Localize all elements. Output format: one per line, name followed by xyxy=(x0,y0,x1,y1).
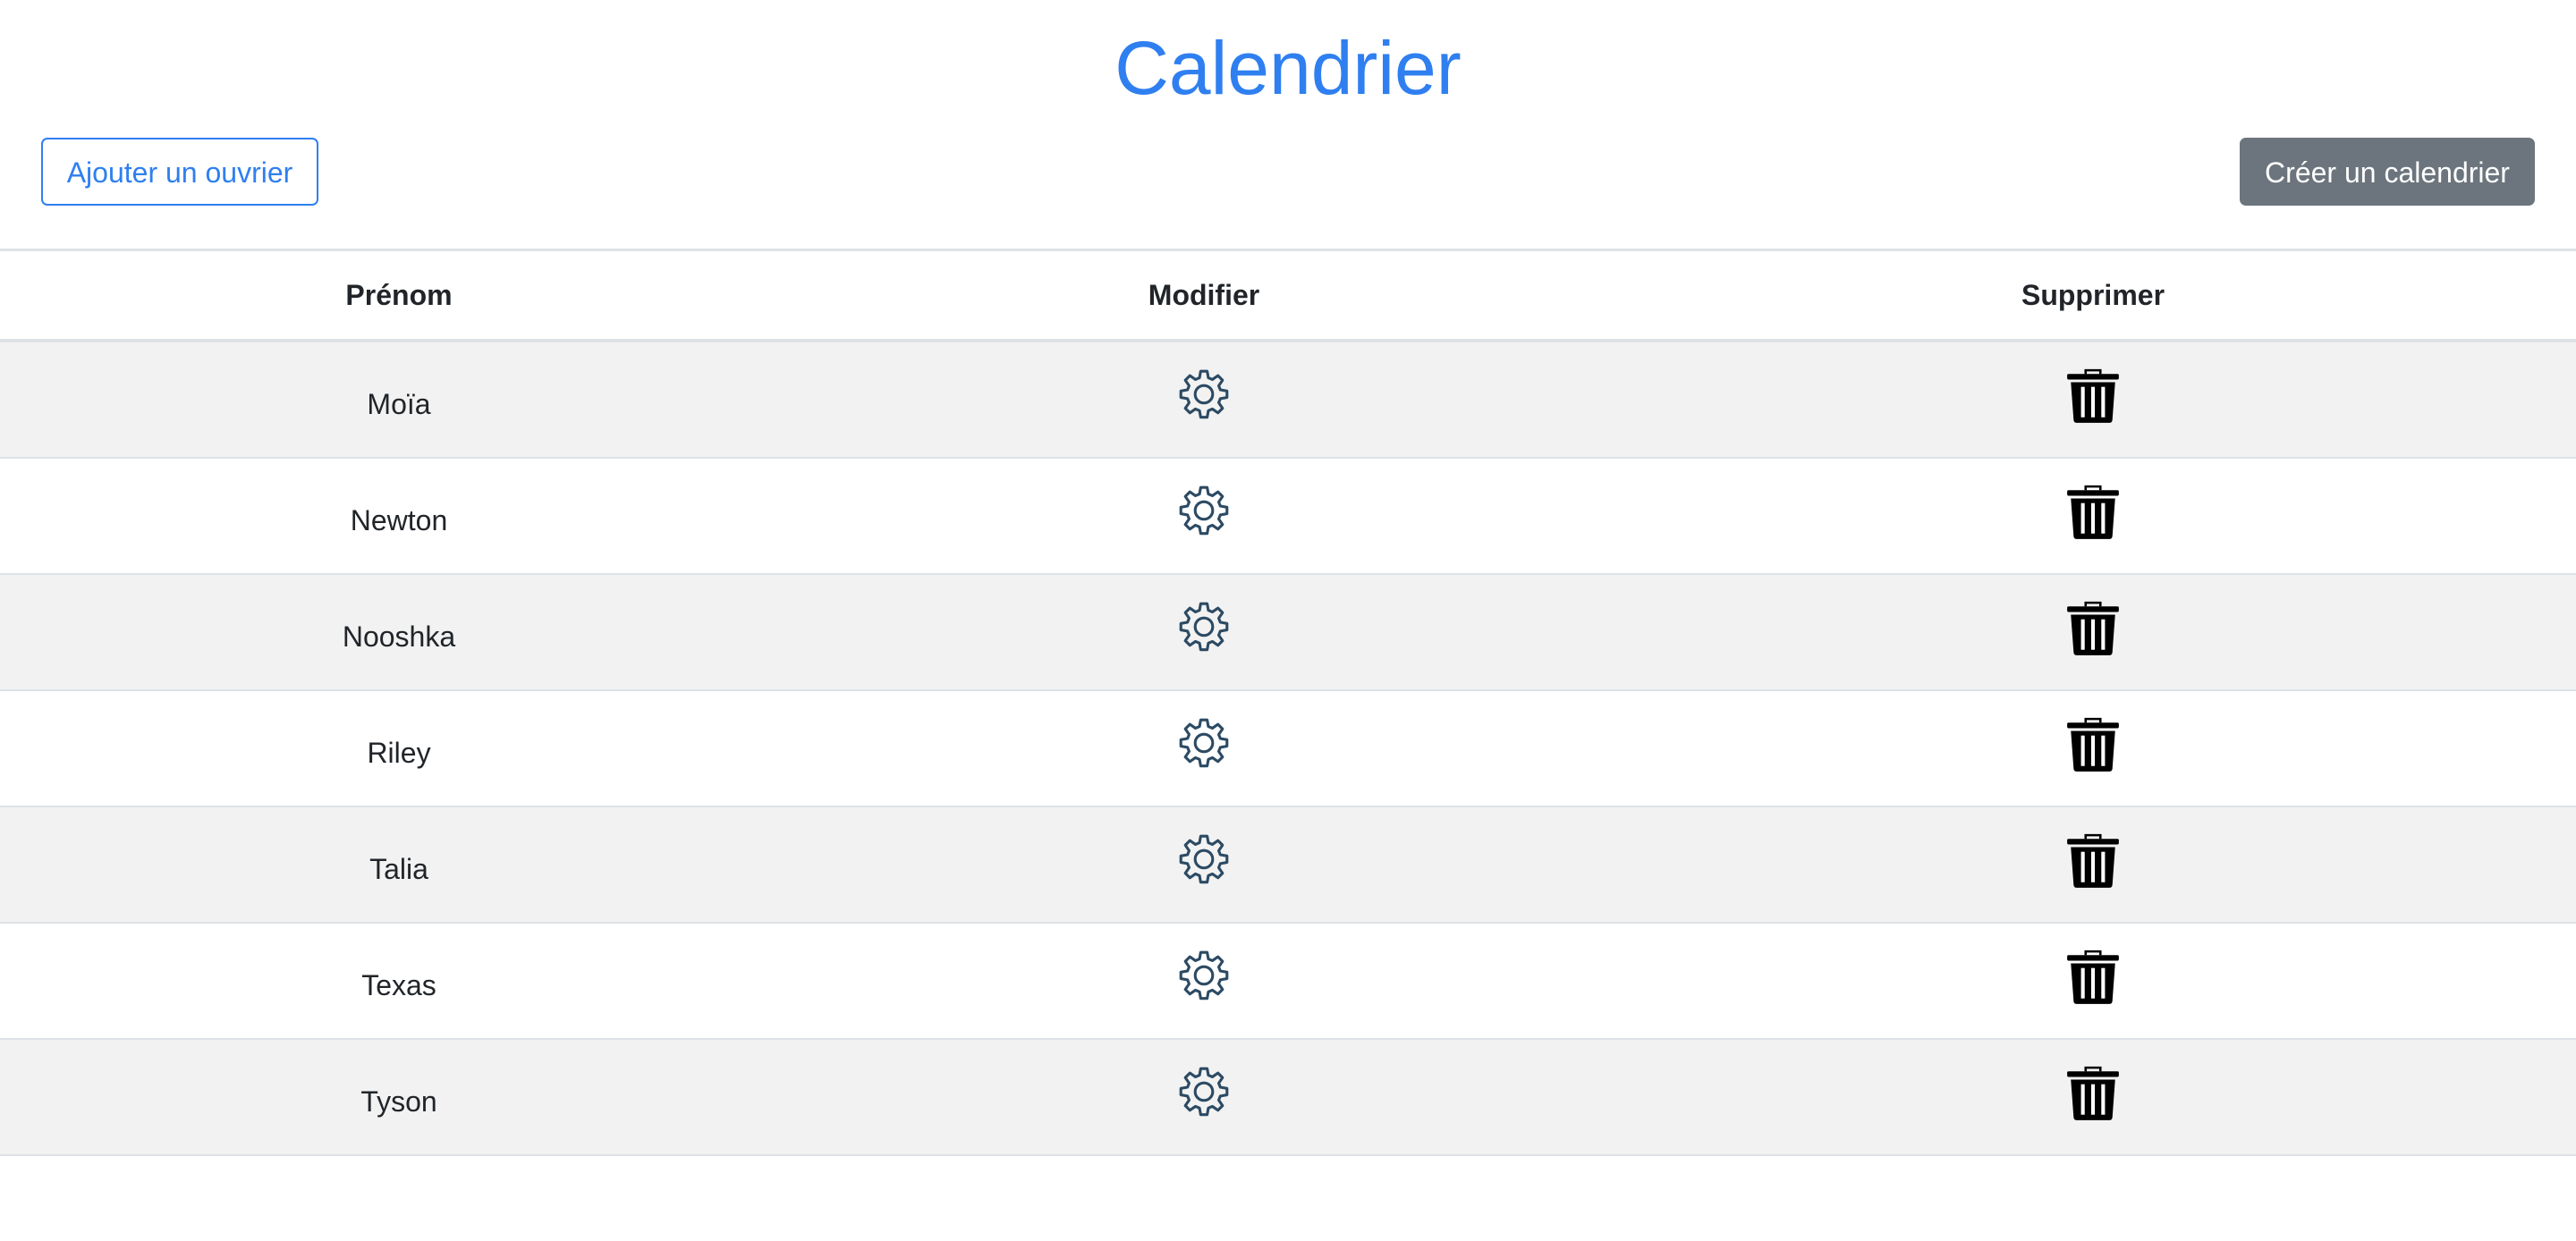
page: Calendrier Ajouter un ouvrier Créer un c… xyxy=(0,0,2576,1241)
trash-icon[interactable] xyxy=(2063,948,2123,1007)
cell-delete xyxy=(1610,574,2576,691)
cell-delete xyxy=(1610,690,2576,807)
cell-edit xyxy=(798,806,1610,924)
cell-edit xyxy=(798,923,1610,1040)
cell-edit xyxy=(798,341,1610,459)
table-row: Riley xyxy=(0,690,2576,807)
table-row: Moïa xyxy=(0,341,2576,459)
table-header-row: Prénom Modifier Supprimer xyxy=(0,249,2576,342)
gear-icon[interactable] xyxy=(1174,1064,1233,1123)
trash-icon[interactable] xyxy=(2063,832,2123,891)
table-body: Moïa Newton Nooshka Riley Talia Texas Tyson xyxy=(0,341,2576,1156)
cell-edit xyxy=(798,574,1610,691)
add-worker-button[interactable]: Ajouter un ouvrier xyxy=(41,138,318,206)
trash-icon[interactable] xyxy=(2063,599,2123,658)
workers-table: Prénom Modifier Supprimer Moïa Newton Noos… xyxy=(0,249,2576,1156)
cell-delete xyxy=(1610,806,2576,924)
page-title: Calendrier xyxy=(1114,26,1462,110)
gear-icon[interactable] xyxy=(1174,483,1233,542)
cell-delete xyxy=(1610,341,2576,459)
table-row: Texas xyxy=(0,923,2576,1040)
worker-name: Talia xyxy=(369,852,428,885)
trash-icon[interactable] xyxy=(2063,715,2123,774)
table-row: Talia xyxy=(0,806,2576,924)
column-header-delete: Supprimer xyxy=(1610,249,2576,342)
worker-name: Tyson xyxy=(360,1085,437,1118)
gear-icon[interactable] xyxy=(1174,367,1233,426)
cell-name: Riley xyxy=(0,690,798,807)
gear-icon[interactable] xyxy=(1174,715,1233,774)
cell-name: Nooshka xyxy=(0,574,798,691)
cell-delete xyxy=(1610,923,2576,1040)
cell-name: Moïa xyxy=(0,341,798,459)
worker-name: Moïa xyxy=(367,387,431,420)
gear-icon[interactable] xyxy=(1174,948,1233,1007)
cell-name: Talia xyxy=(0,806,798,924)
trash-icon[interactable] xyxy=(2063,1064,2123,1123)
cell-delete xyxy=(1610,458,2576,575)
cell-edit xyxy=(798,458,1610,575)
gear-icon[interactable] xyxy=(1174,599,1233,658)
worker-name: Newton xyxy=(350,503,448,536)
table-row: Nooshka xyxy=(0,574,2576,691)
table-row: Newton xyxy=(0,458,2576,575)
cell-name: Newton xyxy=(0,458,798,575)
column-header-name: Prénom xyxy=(0,249,798,342)
create-calendar-button[interactable]: Créer un calendrier xyxy=(2240,138,2535,206)
table-row: Tyson xyxy=(0,1039,2576,1156)
cell-delete xyxy=(1610,1039,2576,1156)
cell-name: Texas xyxy=(0,923,798,1040)
trash-icon[interactable] xyxy=(2063,367,2123,426)
column-header-edit: Modifier xyxy=(798,249,1610,342)
worker-name: Riley xyxy=(367,736,431,769)
trash-icon[interactable] xyxy=(2063,483,2123,542)
worker-name: Nooshka xyxy=(342,620,456,653)
gear-icon[interactable] xyxy=(1174,832,1233,891)
cell-edit xyxy=(798,690,1610,807)
cell-name: Tyson xyxy=(0,1039,798,1156)
cell-edit xyxy=(798,1039,1610,1156)
worker-name: Texas xyxy=(361,968,436,1001)
